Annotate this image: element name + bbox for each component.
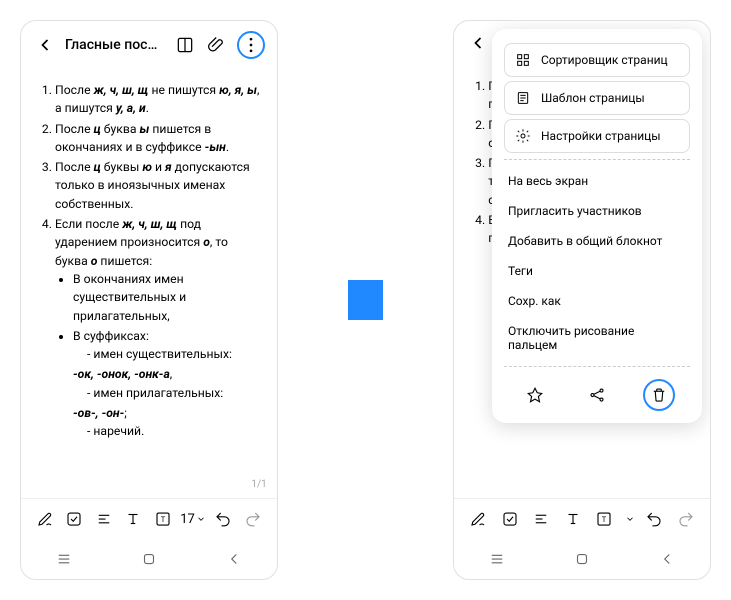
menu-disable-finger[interactable]: Отключить рисование пальцем (492, 316, 702, 360)
bottom-toolbar: T 17 (21, 498, 277, 539)
font-box-icon[interactable]: T (151, 507, 175, 531)
menu-page-sorter[interactable]: Сортировщик страниц (504, 43, 690, 77)
undo-icon[interactable] (211, 507, 235, 531)
rule-3: После ц буквы ю и я допускаются только в… (55, 158, 261, 213)
menu-fullscreen[interactable]: На весь экран (492, 166, 702, 196)
menu-page-settings[interactable]: Настройки страницы (504, 119, 690, 153)
phone-left: Гласные после шип... После ж, ч, ш, щ не… (20, 20, 278, 580)
page-title: Гласные после шип... (65, 37, 165, 53)
menu-tags[interactable]: Теги (492, 256, 702, 286)
book-icon[interactable] (173, 33, 197, 57)
text-align-icon[interactable] (529, 507, 553, 531)
redo-icon[interactable] (241, 507, 265, 531)
checkbox-icon[interactable] (62, 507, 86, 531)
attachment-icon[interactable] (205, 33, 229, 57)
share-icon[interactable] (581, 379, 613, 411)
dash-3: наречий. (87, 422, 261, 440)
bullet-1: В окончаниях имен существительных и прил… (73, 270, 261, 325)
text-format-icon[interactable] (121, 507, 145, 531)
text-format-icon[interactable] (561, 507, 585, 531)
menu-save-as[interactable]: Сохр. как (492, 286, 702, 316)
svg-text:T: T (161, 515, 166, 524)
pen-icon[interactable] (466, 507, 490, 531)
rule-4: Если после ж, ч, ш, щ под ударением прои… (55, 215, 261, 441)
back-icon[interactable] (33, 33, 57, 57)
menu-page-template[interactable]: Шаблон страницы (504, 81, 690, 115)
font-size-selector[interactable] (624, 514, 635, 524)
bullet-2: В суффиксах: имен существительных: -ок, … (73, 327, 261, 441)
bottom-toolbar: T (454, 498, 710, 539)
more-menu-icon[interactable] (237, 31, 265, 59)
menu-add-shared[interactable]: Добавить в общий блокнот (492, 226, 702, 256)
font-box-icon[interactable]: T (592, 507, 616, 531)
delete-icon[interactable] (643, 379, 675, 411)
favorite-icon[interactable] (519, 379, 551, 411)
sysback-icon[interactable] (655, 547, 679, 571)
undo-icon[interactable] (642, 507, 666, 531)
home-icon[interactable] (137, 547, 161, 571)
dash-2: имен прилагательных: (87, 384, 261, 402)
page-indicator: 1/1 (251, 477, 266, 492)
dash-1: имен существительных: (87, 345, 261, 363)
svg-text:T: T (602, 515, 607, 524)
redo-icon[interactable] (674, 507, 698, 531)
rule-2: После ц буква ы пишется в окончаниях и в… (55, 120, 261, 157)
sysback-icon[interactable] (222, 547, 246, 571)
system-navbar (454, 539, 710, 579)
phone-right: Глас Послепишут Послеоконч Послетольксоб… (453, 20, 711, 580)
pen-icon[interactable] (33, 507, 57, 531)
note-content: После ж, ч, ш, щ не пишутся ю, я, ы, а п… (21, 69, 277, 498)
font-size-selector[interactable]: 17 (180, 512, 206, 527)
transition-arrow (348, 280, 384, 320)
system-navbar (21, 539, 277, 579)
recents-icon[interactable] (52, 547, 76, 571)
menu-invite[interactable]: Пригласить участников (492, 196, 702, 226)
header: Гласные после шип... (21, 21, 277, 69)
checkbox-icon[interactable] (498, 507, 522, 531)
back-icon[interactable] (466, 31, 490, 55)
overflow-menu: Сортировщик страниц Шаблон страницы Наст… (492, 29, 702, 423)
rule-1: После ж, ч, ш, щ не пишутся ю, я, ы, а п… (55, 81, 261, 118)
home-icon[interactable] (570, 547, 594, 571)
text-align-icon[interactable] (92, 507, 116, 531)
recents-icon[interactable] (485, 547, 509, 571)
